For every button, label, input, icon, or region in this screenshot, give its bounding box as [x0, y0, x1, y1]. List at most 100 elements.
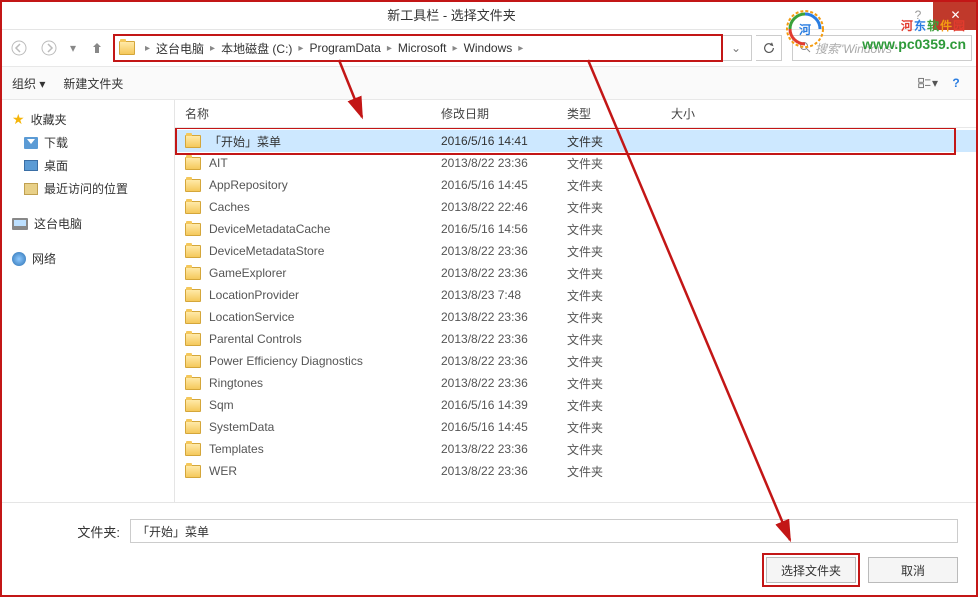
folder-row[interactable]: WER2013/8/22 23:36文件夹 [175, 460, 978, 482]
breadcrumb-dropdown[interactable]: ⌄ [725, 41, 747, 55]
folder-row[interactable]: AIT2013/8/22 23:36文件夹 [175, 152, 978, 174]
folder-row[interactable]: GameExplorer 2013/8/22 23:36文件夹 [175, 262, 978, 284]
breadcrumb-segment[interactable]: Windows [464, 41, 513, 55]
folder-icon [185, 245, 201, 258]
breadcrumb-segment[interactable]: ProgramData [309, 41, 380, 55]
sidebar-network[interactable]: 网络 [0, 247, 174, 270]
row-date: 2013/8/22 22:46 [441, 200, 567, 214]
breadcrumb-segment[interactable]: 这台电脑 [156, 40, 204, 57]
folder-row[interactable]: Caches2013/8/22 22:46文件夹 [175, 196, 978, 218]
folder-name-input[interactable] [130, 519, 958, 543]
row-type: 文件夹 [567, 133, 671, 150]
breadcrumb-segment[interactable]: 本地磁盘 (C:) [221, 40, 292, 57]
sidebar: ★收藏夹 下载 桌面 最近访问的位置 这台电脑 网络 [0, 100, 175, 502]
dialog-footer: 文件夹: 选择文件夹 取消 [0, 502, 978, 597]
row-name: Power Efficiency Diagnostics [209, 354, 363, 368]
col-type-header[interactable]: 类型 [567, 105, 671, 122]
chevron-right-icon: ▸ [210, 43, 215, 54]
row-date: 2013/8/22 23:36 [441, 376, 567, 390]
row-name: DeviceMetadataCache [209, 222, 330, 236]
help-button[interactable]: ? [903, 0, 933, 30]
sidebar-recent[interactable]: 最近访问的位置 [0, 177, 174, 200]
folder-icon [185, 377, 201, 390]
star-icon: ★ [12, 111, 25, 128]
row-date: 2016/5/16 14:45 [441, 420, 567, 434]
row-date: 2016/5/16 14:41 [441, 134, 567, 148]
breadcrumb-segment[interactable]: Microsoft [398, 41, 447, 55]
refresh-button[interactable] [756, 35, 782, 61]
column-headers: 名称 修改日期 类型 大小 [175, 100, 978, 128]
breadcrumb[interactable]: ▸ 这台电脑 ▸ 本地磁盘 (C:) ▸ ProgramData ▸ Micro… [114, 35, 752, 61]
row-name: Parental Controls [209, 332, 302, 346]
file-list: 名称 修改日期 类型 大小 「开始」菜单2016/5/16 14:41文件夹AI… [175, 100, 978, 502]
nav-bar: ▾ ▸ 这台电脑 ▸ 本地磁盘 (C:) ▸ ProgramData ▸ Mic… [0, 30, 978, 66]
row-name: WER [209, 464, 237, 478]
cancel-button[interactable]: 取消 [868, 557, 958, 583]
row-date: 2013/8/22 23:36 [441, 266, 567, 280]
svg-text:河: 河 [798, 22, 811, 37]
up-button[interactable] [84, 35, 110, 61]
col-date-header[interactable]: 修改日期 [441, 105, 567, 122]
forward-button[interactable] [36, 35, 62, 61]
row-type: 文件夹 [567, 309, 671, 326]
row-type: 文件夹 [567, 441, 671, 458]
folder-icon [185, 355, 201, 368]
chevron-right-icon: ▸ [145, 43, 150, 54]
close-button[interactable]: ✕ [933, 0, 978, 30]
sidebar-favorites[interactable]: ★收藏夹 [0, 108, 174, 131]
back-button[interactable] [6, 35, 32, 61]
pc-icon [12, 218, 28, 230]
row-name: GameExplorer [209, 266, 286, 280]
sidebar-desktop[interactable]: 桌面 [0, 154, 174, 177]
row-name: Ringtones [209, 376, 263, 390]
folder-icon [185, 135, 201, 148]
folder-row[interactable]: DeviceMetadataCache2016/5/16 14:56文件夹 [175, 218, 978, 240]
organize-button[interactable]: 组织 ▾ [12, 75, 45, 92]
folder-row[interactable]: AppRepository2016/5/16 14:45文件夹 [175, 174, 978, 196]
row-type: 文件夹 [567, 265, 671, 282]
chevron-right-icon: ▸ [387, 43, 392, 54]
folder-row[interactable]: Power Efficiency Diagnostics2013/8/22 23… [175, 350, 978, 372]
help-icon[interactable]: ? [946, 74, 966, 92]
row-date: 2013/8/22 23:36 [441, 442, 567, 456]
new-folder-button[interactable]: 新建文件夹 [63, 75, 123, 92]
folder-row[interactable]: SystemData2016/5/16 14:45文件夹 [175, 416, 978, 438]
folder-row[interactable]: LocationService2013/8/22 23:36文件夹 [175, 306, 978, 328]
row-name: Sqm [209, 398, 234, 412]
folder-row[interactable]: Sqm2016/5/16 14:39文件夹 [175, 394, 978, 416]
row-name: Caches [209, 200, 250, 214]
row-name: 「开始」菜单 [209, 133, 281, 150]
folder-row[interactable]: Templates2013/8/22 23:36文件夹 [175, 438, 978, 460]
folder-row[interactable]: DeviceMetadataStore2013/8/22 23:36文件夹 [175, 240, 978, 262]
view-options-button[interactable]: ▾ [918, 74, 938, 92]
folder-row[interactable]: Parental Controls2013/8/22 23:36文件夹 [175, 328, 978, 350]
row-type: 文件夹 [567, 155, 671, 172]
folder-icon [185, 399, 201, 412]
folder-icon [185, 289, 201, 302]
watermark-logo: 河 [784, 8, 826, 50]
folder-icon [185, 267, 201, 280]
folder-row[interactable]: Ringtones 2013/8/22 23:36文件夹 [175, 372, 978, 394]
folder-row[interactable]: 「开始」菜单 2016/5/16 14:41文件夹 [175, 130, 978, 152]
row-name: AppRepository [209, 178, 288, 192]
folder-icon [185, 157, 201, 170]
network-icon [12, 252, 26, 266]
col-size-header[interactable]: 大小 [671, 105, 751, 122]
row-date: 2013/8/22 23:36 [441, 464, 567, 478]
select-folder-button[interactable]: 选择文件夹 [766, 557, 856, 583]
recent-icon [24, 183, 38, 195]
row-type: 文件夹 [567, 419, 671, 436]
row-type: 文件夹 [567, 375, 671, 392]
row-type: 文件夹 [567, 287, 671, 304]
row-date: 2013/8/22 23:36 [441, 310, 567, 324]
col-name-header[interactable]: 名称 [185, 105, 441, 122]
sidebar-downloads[interactable]: 下载 [0, 131, 174, 154]
row-type: 文件夹 [567, 221, 671, 238]
folder-icon [185, 223, 201, 236]
folder-row[interactable]: LocationProvider2013/8/23 7:48文件夹 [175, 284, 978, 306]
sidebar-thispc[interactable]: 这台电脑 [0, 212, 174, 235]
recent-locations-button[interactable]: ▾ [66, 35, 80, 61]
chevron-right-icon: ▸ [518, 43, 523, 54]
chevron-right-icon: ▸ [298, 43, 303, 54]
window-title: 新工具栏 - 选择文件夹 [0, 5, 903, 24]
